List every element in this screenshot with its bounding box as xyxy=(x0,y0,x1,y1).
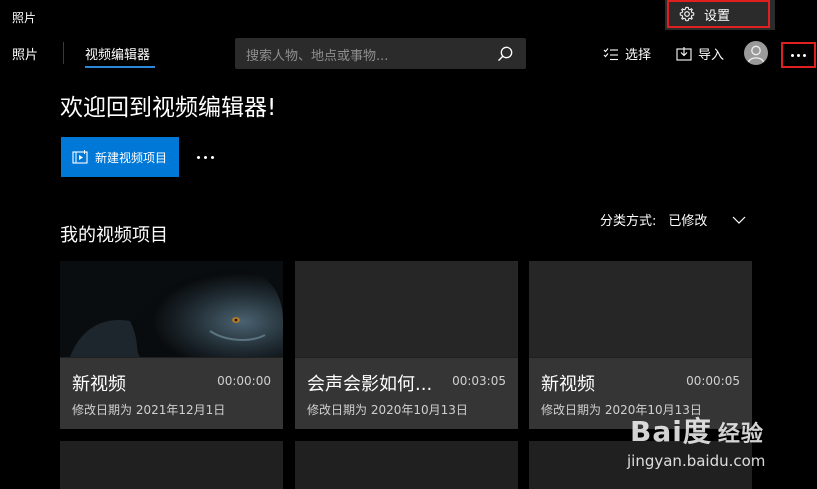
sort-control: 分类方式: 已修改 xyxy=(600,210,746,229)
select-list-icon xyxy=(603,47,618,60)
project-thumbnail xyxy=(60,261,283,357)
nav-separator xyxy=(63,42,64,64)
project-card-partial[interactable] xyxy=(295,441,518,489)
person-icon xyxy=(747,45,765,63)
project-thumbnail xyxy=(529,261,752,357)
settings-menu-item[interactable]: 设置 xyxy=(667,0,770,28)
welcome-heading: 欢迎回到视频编辑器! xyxy=(60,95,277,121)
project-card-partial[interactable] xyxy=(60,441,283,489)
settings-label: 设置 xyxy=(704,8,731,24)
project-card[interactable]: 会声会影如何... 00:03:05 修改日期为 2020年10月13日 xyxy=(295,261,518,429)
import-button[interactable]: 导入 xyxy=(676,44,724,63)
new-project-more-button[interactable] xyxy=(193,147,217,167)
more-dot-icon xyxy=(210,155,214,159)
app-title: 照片 xyxy=(12,11,37,25)
project-card[interactable]: 新视频 00:00:00 修改日期为 2021年12月1日 xyxy=(60,261,283,429)
nav-tab-photos[interactable]: 照片 xyxy=(12,44,38,63)
more-dot-icon xyxy=(196,155,200,159)
baidu-watermark: Bai度 经验 jingyan.baidu.com xyxy=(625,410,805,480)
search-icon[interactable] xyxy=(496,45,514,63)
new-video-icon xyxy=(72,150,88,164)
project-title: 新视频 xyxy=(72,374,126,395)
new-video-project-label: 新建视频项目 xyxy=(95,150,168,165)
project-info: 会声会影如何... 00:03:05 修改日期为 2020年10月13日 xyxy=(295,358,518,429)
watermark-url: jingyan.baidu.com xyxy=(627,452,766,470)
sort-value[interactable]: 已修改 xyxy=(668,210,707,229)
chevron-down-icon[interactable] xyxy=(732,215,746,225)
project-duration: 00:03:05 xyxy=(452,374,506,388)
search-input[interactable]: 搜索人物、地点或事物... xyxy=(246,45,388,64)
more-dot-icon xyxy=(791,53,794,57)
watermark-logo: Bai度 经验 xyxy=(630,410,764,450)
project-duration: 00:00:00 xyxy=(217,374,271,388)
import-label: 导入 xyxy=(698,48,725,63)
section-title: 我的视频项目 xyxy=(60,225,168,246)
project-duration: 00:00:05 xyxy=(686,374,740,388)
watermark-logo-text: Bai度 xyxy=(630,415,712,448)
project-card[interactable]: 新视频 00:00:05 修改日期为 2020年10月13日 xyxy=(529,261,752,429)
gear-icon xyxy=(679,6,695,22)
project-modified-date: 修改日期为 2020年10月13日 xyxy=(307,403,468,417)
more-dot-icon xyxy=(803,53,806,57)
search-box[interactable]: 搜索人物、地点或事物... xyxy=(235,38,526,69)
account-avatar[interactable] xyxy=(744,41,768,65)
more-options-dropdown: 设置 xyxy=(665,0,775,30)
nav-tab-video-editor[interactable]: 视频编辑器 xyxy=(85,44,150,63)
more-dot-icon xyxy=(203,155,207,159)
project-title: 会声会影如何... xyxy=(307,374,433,395)
select-label: 选择 xyxy=(625,48,652,63)
import-icon xyxy=(676,47,692,61)
watermark-sub-text: 经验 xyxy=(717,422,764,447)
nav-active-indicator xyxy=(85,66,155,68)
project-thumbnail xyxy=(295,261,518,357)
more-options-button[interactable] xyxy=(781,42,816,68)
project-info: 新视频 00:00:00 修改日期为 2021年12月1日 xyxy=(60,358,283,429)
new-video-project-button[interactable]: 新建视频项目 xyxy=(61,137,179,177)
sort-label: 分类方式: xyxy=(600,214,657,229)
project-title: 新视频 xyxy=(541,374,595,395)
more-dot-icon xyxy=(797,53,800,57)
project-modified-date: 修改日期为 2021年12月1日 xyxy=(72,403,226,417)
select-button[interactable]: 选择 xyxy=(603,44,651,63)
